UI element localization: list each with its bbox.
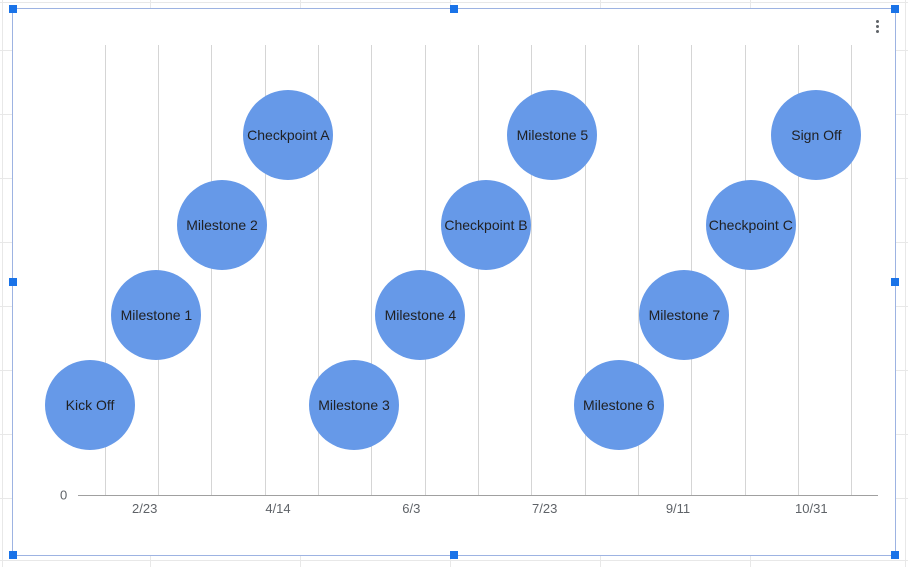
plot-gridline [745, 45, 746, 495]
chart-bubble[interactable] [639, 270, 729, 360]
chart-bubble[interactable] [243, 90, 333, 180]
x-tick-label: 6/3 [402, 501, 420, 516]
resize-handle-ne[interactable] [891, 5, 899, 13]
chart-bubble[interactable] [309, 360, 399, 450]
x-tick-label: 9/11 [666, 501, 690, 516]
chart-object[interactable]: 0 2/234/146/37/239/1110/31Kick OffMilest… [12, 8, 896, 556]
resize-handle-s[interactable] [450, 551, 458, 559]
resize-handle-sw[interactable] [9, 551, 17, 559]
chart-bubble[interactable] [507, 90, 597, 180]
chart-bubble[interactable] [375, 270, 465, 360]
chart-bubble[interactable] [441, 180, 531, 270]
y-axis-zero-label: 0 [60, 488, 67, 503]
chart-bubble[interactable] [771, 90, 861, 180]
resize-handle-se[interactable] [891, 551, 899, 559]
chart-bubble[interactable] [177, 180, 267, 270]
x-tick-label: 4/14 [265, 501, 290, 516]
x-tick-label: 7/23 [532, 501, 557, 516]
chart-bubble[interactable] [111, 270, 201, 360]
chart-bubble[interactable] [706, 180, 796, 270]
resize-handle-w[interactable] [9, 278, 17, 286]
plot-gridline [478, 45, 479, 495]
x-tick-label: 2/23 [132, 501, 157, 516]
chart-bubble[interactable] [45, 360, 135, 450]
plot-gridline [211, 45, 212, 495]
resize-handle-nw[interactable] [9, 5, 17, 13]
x-axis-baseline [78, 495, 878, 496]
chart-overflow-menu-button[interactable] [867, 15, 887, 37]
plot-area: 0 2/234/146/37/239/1110/31Kick OffMilest… [78, 45, 878, 495]
x-tick-label: 10/31 [795, 501, 828, 516]
dots-vertical-icon [876, 20, 879, 23]
resize-handle-e[interactable] [891, 278, 899, 286]
chart-bubble[interactable] [574, 360, 664, 450]
resize-handle-n[interactable] [450, 5, 458, 13]
